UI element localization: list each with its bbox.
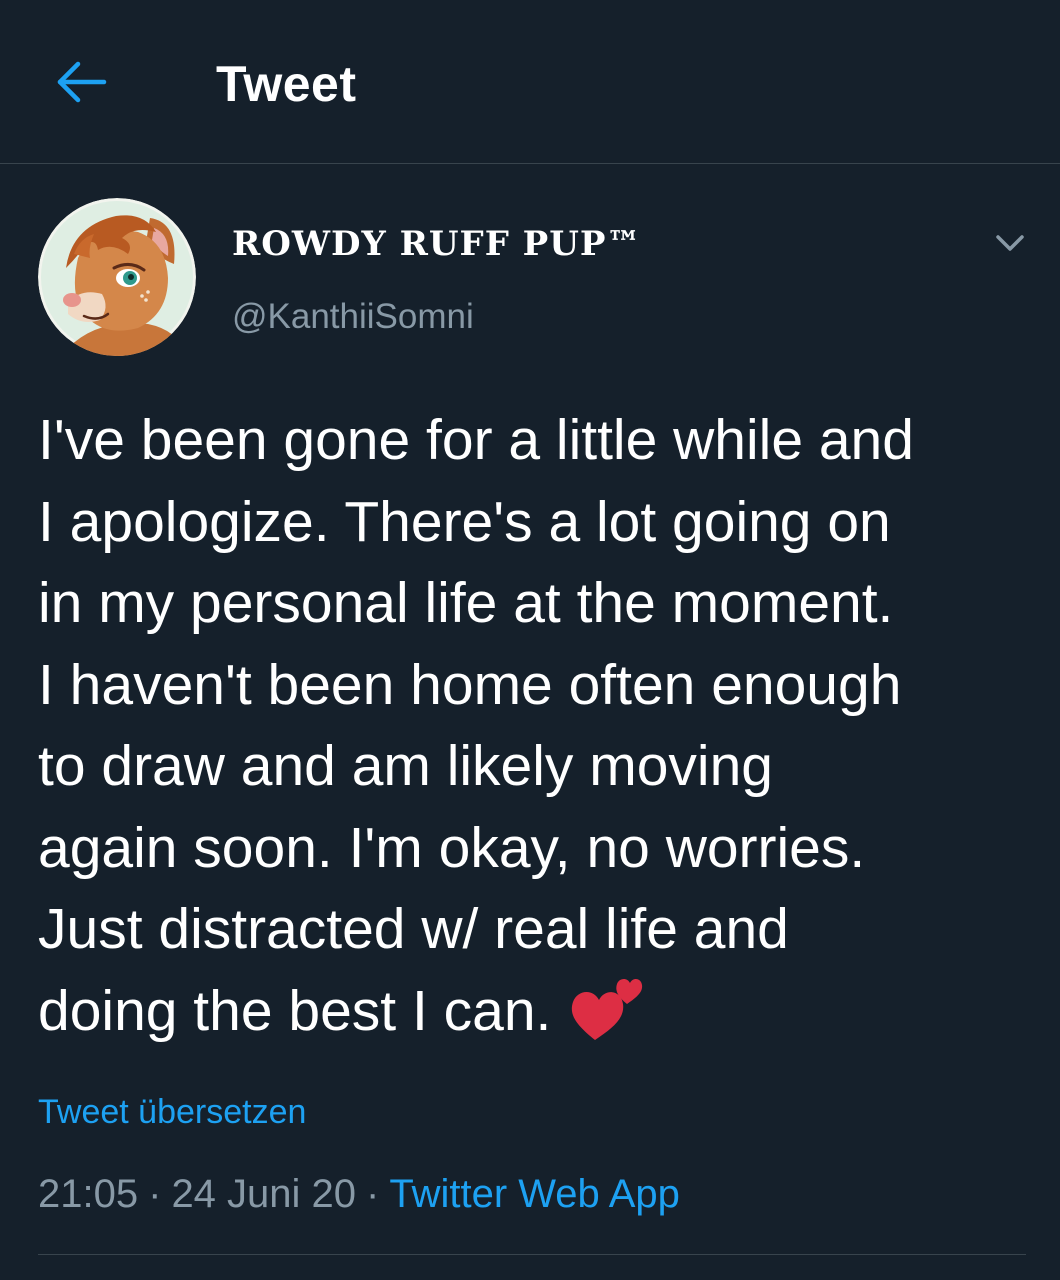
arrow-left-icon <box>57 61 107 103</box>
separator-dot: · <box>366 1172 380 1216</box>
tweet-text-line: I apologize. There's a lot going on <box>38 489 891 554</box>
tweet-text-line: Just distracted w/ real life and <box>38 897 789 961</box>
tweet-options-button[interactable] <box>990 226 1030 260</box>
tweet-text-line: to draw and am likely moving <box>38 734 773 798</box>
tweet-text-line: I haven't been home often enough <box>38 652 902 717</box>
tweet-text-line: I've been gone for a little while and <box>38 408 914 472</box>
tweet-text-last-line: doing the best I can. <box>38 971 1038 1053</box>
tweet-time: 21:05 <box>38 1172 139 1216</box>
tweet-text-line: in my personal life at the moment. <box>38 571 894 635</box>
tweet-text: I've been gone for a little while and I … <box>38 400 1038 1052</box>
translate-tweet-link[interactable]: Tweet übersetzen <box>38 1090 306 1134</box>
back-button[interactable] <box>56 60 108 104</box>
divider <box>38 1254 1026 1255</box>
user-handle[interactable]: @KanthiiSomni <box>232 294 474 340</box>
tweet-text-line: doing the best I can. <box>38 978 552 1043</box>
tweet-text-line: again soon. I'm okay, no worries. <box>38 815 866 880</box>
tweet-date: 24 Juni 20 <box>171 1172 357 1216</box>
display-name[interactable]: ROWDY RUFF PUP™ <box>232 222 641 266</box>
two-hearts-icon <box>569 972 649 1044</box>
tweet-metadata: 21:05 · 24 Juni 20 · Twitter Web App <box>38 1168 680 1220</box>
tweet-source-link[interactable]: Twitter Web App <box>389 1172 680 1216</box>
page-title: Tweet <box>216 56 357 112</box>
fox-character-avatar-image <box>38 198 196 356</box>
separator-dot: · <box>148 1172 162 1216</box>
top-bar: Tweet <box>0 0 1060 164</box>
avatar[interactable] <box>38 198 196 356</box>
chevron-down-icon <box>996 235 1024 251</box>
